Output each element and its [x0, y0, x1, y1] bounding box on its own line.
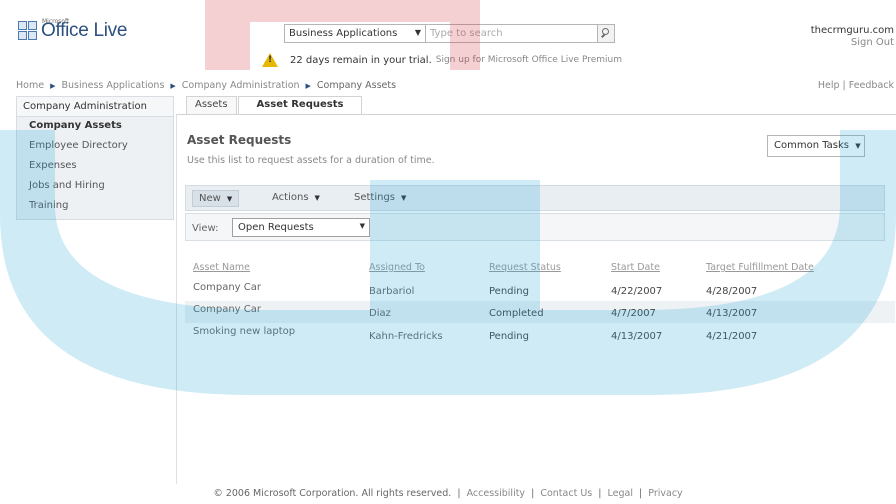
office-live-logo[interactable]: Microsoft Office Live: [18, 18, 127, 42]
settings-menu[interactable]: Settings ▼: [354, 192, 406, 203]
table-cell-start-date: 4/22/2007: [611, 286, 663, 297]
copyright-text: © 2006 Microsoft Corporation. All rights…: [213, 488, 452, 499]
view-bar: View: Open Requests ▼: [185, 213, 885, 241]
table-cell-target-date: 4/13/2007: [706, 308, 758, 319]
table-cell-assigned-to: Kahn-Fredricks: [369, 331, 443, 342]
table-cell-start-date: 4/13/2007: [611, 331, 663, 342]
table-cell-asset-name[interactable]: Company Car: [193, 282, 261, 293]
view-label: View:: [192, 223, 219, 234]
table-cell-request-status: Pending: [489, 331, 529, 342]
table-cell-assigned-to: Barbariol: [369, 286, 415, 297]
actions-label: Actions: [272, 192, 309, 203]
table-cell-assigned-to: Diaz: [369, 308, 391, 319]
tab-bar: Assets Asset Requests: [186, 96, 363, 115]
table-cell-asset-name[interactable]: Company Car: [193, 304, 261, 315]
list-toolbar: New ▼ Actions ▼ Settings ▼: [185, 185, 885, 211]
view-select[interactable]: Open Requests ▼: [232, 218, 370, 237]
table-cell-request-status: Pending: [489, 286, 529, 297]
breadcrumb-company-assets: Company Assets: [316, 80, 397, 91]
breadcrumb: Home ▶ Business Applications ▶ Company Admin…: [16, 80, 396, 91]
column-header-target-fulfillment-date[interactable]: Target Fulfillment Date: [706, 262, 814, 273]
logo-microsoft-text: Microsoft: [42, 18, 70, 25]
footer-link-privacy[interactable]: Privacy: [648, 488, 682, 499]
view-value: Open Requests: [238, 222, 314, 233]
dropdown-arrow-icon: ▼: [314, 194, 320, 202]
page-title: Asset Requests: [187, 133, 292, 147]
sidebar-item-employee-directory[interactable]: Employee Directory: [17, 137, 173, 157]
breadcrumb-separator-icon: ▶: [305, 82, 311, 90]
search-bar: Business Applications ▼ Type to search: [284, 24, 615, 43]
footer: © 2006 Microsoft Corporation. All rights…: [213, 488, 683, 499]
table-cell-start-date: 4/7/2007: [611, 308, 656, 319]
page-description: Use this list to request assets for a du…: [187, 155, 435, 166]
column-header-asset-name[interactable]: Asset Name: [193, 262, 250, 273]
footer-link-legal[interactable]: Legal: [608, 488, 633, 499]
table-cell-target-date: 4/28/2007: [706, 286, 758, 297]
table-cell-target-date: 4/21/2007: [706, 331, 758, 342]
help-link[interactable]: Help: [818, 80, 840, 91]
common-tasks-label: Common Tasks: [774, 140, 850, 151]
breadcrumb-company-administration[interactable]: Company Administration: [182, 80, 300, 91]
search-scope-select[interactable]: Business Applications ▼: [284, 24, 426, 43]
tab-asset-requests[interactable]: Asset Requests: [237, 96, 363, 115]
office-logo-icon: [18, 21, 38, 41]
trial-message: 22 days remain in your trial.: [290, 54, 432, 66]
dropdown-arrow-icon: ▼: [359, 222, 365, 230]
settings-label: Settings: [354, 192, 396, 203]
sidebar-item-training[interactable]: Training: [17, 197, 173, 217]
breadcrumb-home[interactable]: Home: [16, 80, 44, 91]
common-tasks-button[interactable]: Common Tasks ▼: [767, 135, 865, 157]
trial-signup-link[interactable]: Sign up for Microsoft Office Live Premiu…: [436, 55, 622, 65]
dropdown-arrow-icon: ▼: [401, 194, 407, 202]
footer-link-accessibility[interactable]: Accessibility: [467, 488, 525, 499]
help-links: Help | Feedback: [817, 80, 894, 91]
column-header-request-status[interactable]: Request Status: [489, 262, 561, 273]
sidebar-item-expenses[interactable]: Expenses: [17, 157, 173, 177]
sidebar-item-jobs-and-hiring[interactable]: Jobs and Hiring: [17, 177, 173, 197]
column-header-start-date[interactable]: Start Date: [611, 262, 660, 273]
search-button[interactable]: [598, 24, 615, 43]
new-button[interactable]: New ▼: [192, 190, 240, 207]
new-label: New: [199, 193, 221, 204]
breadcrumb-business-applications[interactable]: Business Applications: [61, 80, 164, 91]
user-name: thecrmguru.com: [810, 25, 894, 36]
column-header-assigned-to[interactable]: Assigned To: [369, 262, 425, 273]
breadcrumb-separator-icon: ▶: [50, 82, 56, 90]
main-content: Asset Requests Use this list to request …: [176, 114, 896, 484]
footer-link-contact-us[interactable]: Contact Us: [540, 488, 592, 499]
tab-assets[interactable]: Assets: [186, 96, 237, 115]
dropdown-arrow-icon: ▼: [226, 195, 233, 203]
trial-notice: 22 days remain in your trial. Sign up fo…: [262, 53, 622, 67]
feedback-link[interactable]: Feedback: [849, 80, 894, 91]
sidebar-heading[interactable]: Company Administration: [17, 97, 173, 117]
breadcrumb-separator-icon: ▶: [170, 82, 176, 90]
search-scope-value: Business Applications: [289, 28, 398, 39]
actions-menu[interactable]: Actions ▼: [272, 192, 320, 203]
dropdown-arrow-icon: ▼: [855, 142, 861, 150]
search-input[interactable]: Type to search: [426, 24, 598, 43]
sign-out-link[interactable]: Sign Out: [811, 37, 894, 49]
table-cell-request-status: Completed: [489, 308, 544, 319]
sidebar-item-company-assets[interactable]: Company Assets: [17, 117, 173, 137]
user-area: thecrmguru.com Sign Out: [811, 25, 894, 49]
table-cell-asset-name[interactable]: Smoking new laptop: [193, 326, 295, 337]
dropdown-arrow-icon: ▼: [414, 28, 421, 37]
warning-icon: [262, 53, 278, 67]
sidebar: Company Administration Company Assets Em…: [16, 96, 174, 220]
